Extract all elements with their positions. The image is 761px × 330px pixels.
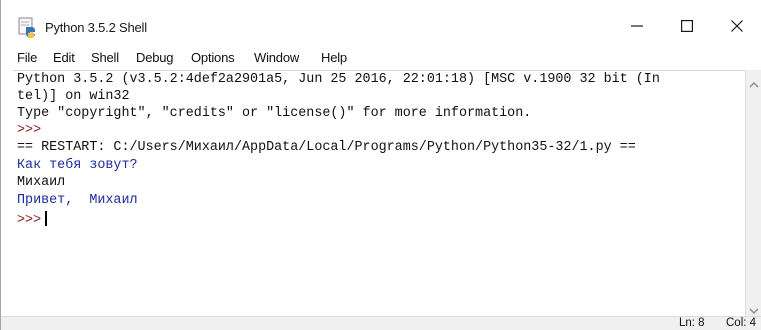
- restart-line: == RESTART: C:/Users/Михаил/AppData/Loca…: [17, 140, 636, 155]
- maximize-button[interactable]: [663, 8, 711, 44]
- line-number: Ln: 8: [679, 317, 705, 329]
- menu-bar: File Edit Shell Debug Options Window Hel…: [1, 48, 761, 70]
- menu-window[interactable]: Window: [254, 50, 299, 65]
- menu-debug[interactable]: Debug: [136, 50, 174, 65]
- program-output-line: Как тебя зовут?: [17, 158, 138, 173]
- window-title: Python 3.5.2 Shell: [45, 20, 147, 35]
- minimize-button[interactable]: [613, 8, 661, 44]
- menu-edit[interactable]: Edit: [53, 50, 75, 65]
- close-icon: [731, 20, 743, 32]
- shell-banner-line: Type "copyright", "credits" or "license(…: [17, 106, 532, 121]
- program-output-line: Привет, Михаил: [17, 193, 138, 208]
- shell-text-area[interactable]: Python 3.5.2 (v3.5.2:4def2a2901a5, Jun 2…: [13, 70, 745, 317]
- shell-prompt: >>>: [17, 213, 42, 228]
- text-cursor: [45, 211, 48, 226]
- active-prompt-line[interactable]: >>>: [17, 211, 48, 229]
- close-button[interactable]: [713, 8, 761, 44]
- column-number: Col: 4: [726, 317, 757, 329]
- menu-options[interactable]: Options: [191, 50, 235, 65]
- menu-file[interactable]: File: [17, 50, 37, 65]
- python-idle-icon: [17, 16, 39, 38]
- vertical-scrollbar[interactable]: [745, 70, 761, 316]
- title-bar[interactable]: Python 3.5.2 Shell: [1, 0, 761, 48]
- maximize-icon: [681, 20, 693, 32]
- user-input-line: Михаил: [17, 175, 66, 190]
- shell-banner-line: Python 3.5.2 (v3.5.2:4def2a2901a5, Jun 2…: [17, 72, 660, 87]
- arrow-up-icon[interactable]: [749, 76, 759, 88]
- shell-banner-line: tel)] on win32: [17, 89, 130, 104]
- minimize-icon: [631, 25, 643, 27]
- status-bar: Ln: 8 Col: 4: [1, 316, 761, 330]
- idle-shell-window: Python 3.5.2 Shell File Edit Shell Debug…: [0, 0, 761, 330]
- shell-prompt: >>>: [17, 123, 42, 138]
- menu-help[interactable]: Help: [321, 50, 347, 65]
- menu-shell[interactable]: Shell: [91, 50, 119, 65]
- arrow-down-icon[interactable]: [749, 302, 759, 314]
